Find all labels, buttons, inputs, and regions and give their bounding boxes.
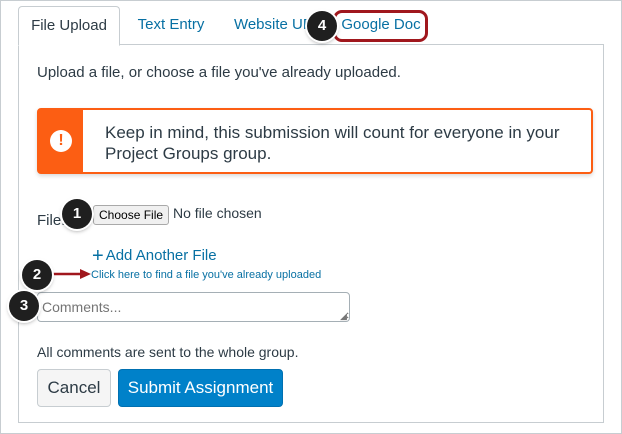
callout-badge-1: 1: [62, 199, 92, 229]
exclamation-icon: !: [50, 130, 72, 152]
group-comment-note: All comments are sent to the whole group…: [37, 344, 299, 360]
intro-text: Upload a file, or choose a file you've a…: [37, 64, 401, 81]
alert-icon-bar: !: [39, 110, 83, 172]
choose-file-button[interactable]: Choose File: [93, 205, 170, 225]
tab-file-upload[interactable]: File Upload: [18, 6, 120, 46]
alert-line-2: Project Groups group.: [105, 144, 272, 163]
file-status: No file chosen: [173, 205, 262, 221]
callout-badge-2: 2: [22, 260, 52, 290]
add-file-label: Add Another File: [105, 247, 217, 264]
arrow-icon: [50, 269, 91, 279]
resize-handle-icon[interactable]: ◢: [340, 311, 347, 322]
plus-icon: +: [92, 245, 104, 267]
cancel-button[interactable]: Cancel: [37, 369, 111, 407]
alert-message: Keep in mind, this submission will count…: [105, 122, 575, 164]
comments-field[interactable]: [37, 292, 350, 322]
find-uploaded-file-link[interactable]: Click here to find a file you've already…: [91, 269, 321, 281]
callout-badge-4: 4: [307, 11, 337, 41]
google-doc-highlight: [333, 10, 428, 42]
submit-assignment-button[interactable]: Submit Assignment: [118, 369, 283, 407]
alert-line-1: Keep in mind, this submission will count…: [105, 123, 560, 142]
callout-badge-3: 3: [9, 291, 39, 321]
tab-text-entry[interactable]: Text Entry: [123, 6, 219, 44]
add-another-file-link[interactable]: + Add Another File: [92, 245, 217, 268]
group-alert: ! Keep in mind, this submission will cou…: [37, 108, 593, 174]
tab-panel: [18, 44, 604, 423]
